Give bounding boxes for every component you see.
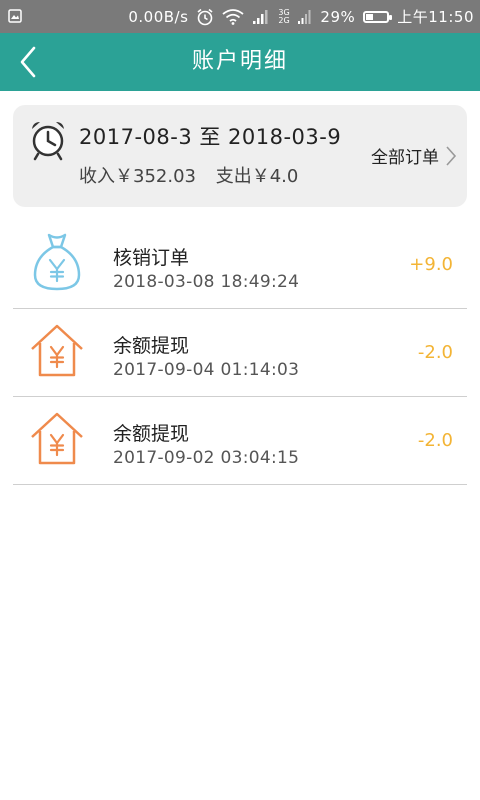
totals: 收入￥352.03 支出￥4.0 [79, 162, 298, 188]
date-range[interactable]: 2017-08-3 至 2018-03-9 [79, 121, 341, 151]
all-orders-button[interactable]: 全部订单 [371, 143, 457, 168]
transaction-row[interactable]: 核销订单 2018-03-08 18:49:24 +9.0 [13, 221, 467, 309]
status-bar: 0.00B/s 3G 2G 29% 上午11:50 [0, 0, 480, 33]
signal-2-icon [298, 9, 311, 24]
transaction-amount: +9.0 [409, 254, 453, 275]
battery-icon [363, 10, 393, 23]
house-yen-icon [31, 412, 83, 465]
transaction-row[interactable]: 余额提现 2017-09-04 01:14:03 -2.0 [13, 309, 467, 397]
all-orders-label: 全部订单 [371, 148, 439, 168]
wifi-icon [222, 8, 244, 25]
battery-percent: 29% [320, 7, 356, 26]
signal-icon [253, 9, 268, 24]
transaction-title: 核销订单 [113, 247, 190, 269]
transaction-amount: -2.0 [417, 342, 453, 363]
expense-total: 支出￥4.0 [215, 166, 299, 187]
money-bag-icon [33, 233, 81, 291]
income-total: 收入￥352.03 [79, 166, 196, 187]
transaction-title: 余额提现 [113, 335, 190, 357]
transaction-time: 2017-09-02 03:04:15 [113, 448, 300, 468]
page-title: 账户明细 [191, 49, 288, 74]
clock-time: 上午11:50 [397, 8, 474, 26]
alarm-clock-icon [32, 122, 64, 161]
transaction-title: 余额提现 [113, 423, 190, 445]
transaction-time: 2018-03-08 18:49:24 [113, 272, 300, 292]
gallery-notification-icon [8, 9, 22, 23]
app-header: 账户明细 [0, 33, 480, 91]
network-speed: 0.00B/s [128, 7, 189, 26]
chevron-right-icon [446, 145, 457, 166]
house-yen-icon [31, 324, 83, 377]
alarm-icon [197, 8, 213, 25]
transaction-list: 核销订单 2018-03-08 18:49:24 +9.0 余额提现 2017-… [13, 221, 467, 485]
transaction-row[interactable]: 余额提现 2017-09-02 03:04:15 -2.0 [13, 397, 467, 485]
transaction-amount: -2.0 [417, 430, 453, 451]
transaction-time: 2017-09-04 01:14:03 [113, 360, 300, 380]
summary-card: 2017-08-3 至 2018-03-9 收入￥352.03 支出￥4.0 全… [13, 105, 467, 207]
network-type: 3G 2G [278, 7, 290, 25]
battery-fill [366, 13, 373, 20]
